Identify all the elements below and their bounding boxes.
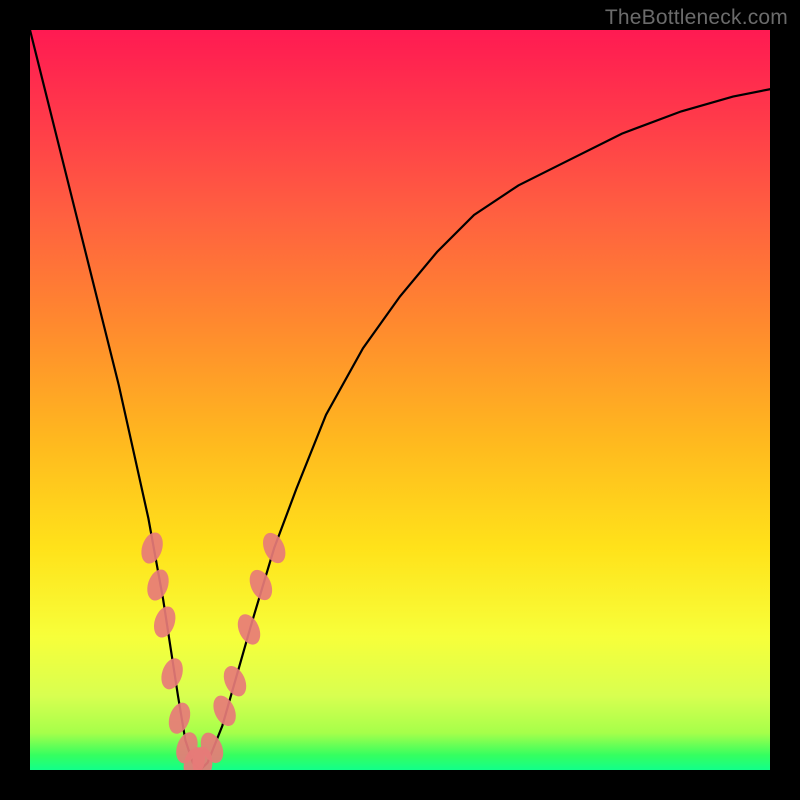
outer-frame: TheBottleneck.com <box>0 0 800 800</box>
bottleneck-curve <box>30 30 770 770</box>
chart-svg <box>30 30 770 770</box>
plot-area <box>30 30 770 770</box>
curve-marker <box>144 567 173 604</box>
curve-marker <box>245 566 276 603</box>
curve-marker <box>150 604 179 641</box>
watermark-text: TheBottleneck.com <box>605 6 788 30</box>
curve-marker <box>219 663 250 700</box>
curve-marker <box>165 700 194 737</box>
curve-marker <box>158 655 187 692</box>
curve-marker <box>138 530 167 567</box>
curve-marker <box>233 611 264 648</box>
curve-marker <box>209 692 240 729</box>
curve-marker <box>259 529 290 566</box>
curve-markers <box>138 529 290 770</box>
